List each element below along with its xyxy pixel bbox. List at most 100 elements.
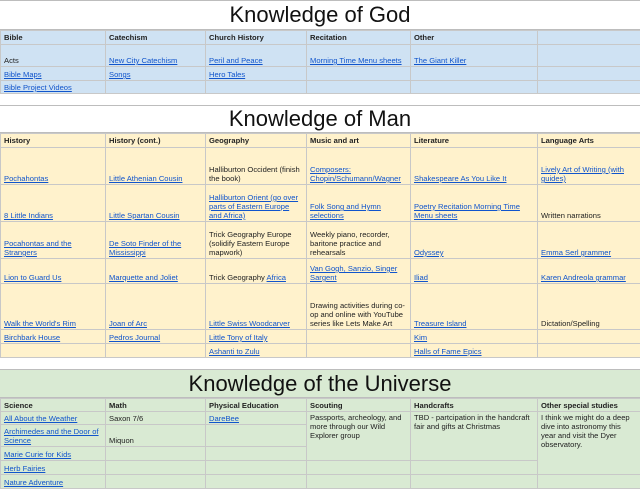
cell-link[interactable]: Composers: Chopin/Schumann/Wagner xyxy=(306,147,411,185)
cell-link[interactable]: Karen Andreola grammar xyxy=(537,258,640,284)
cell-link[interactable]: Halls of Fame Epics xyxy=(410,343,538,358)
cell-link[interactable]: Hero Tales xyxy=(205,66,307,81)
cell-link[interactable]: DareBee xyxy=(205,411,307,425)
cell-link[interactable]: The Giant Killer xyxy=(410,44,538,67)
header-cell[interactable]: Music and art xyxy=(306,133,411,148)
cell[interactable]: Miquon xyxy=(105,424,206,447)
cell[interactable] xyxy=(105,343,206,358)
cell-link[interactable]: Pochahontas xyxy=(0,147,106,185)
cell[interactable] xyxy=(306,474,411,489)
header-cell[interactable] xyxy=(537,30,640,45)
africa-link[interactable]: Africa xyxy=(267,273,286,282)
cell-link[interactable]: Nature Adventure xyxy=(0,474,106,489)
cell-link[interactable]: Folk Song and Hymn selections xyxy=(306,184,411,222)
cell-link[interactable]: Birchbark House xyxy=(0,329,106,344)
cell-link[interactable]: Iliad xyxy=(410,258,538,284)
cell-link[interactable]: Ashanti to Zulu xyxy=(205,343,307,358)
cell[interactable] xyxy=(205,446,307,461)
cell-link[interactable]: New City Catechism xyxy=(105,44,206,67)
cell-link[interactable]: Van Gogh, Sanzio, Singer Sargent xyxy=(306,258,411,284)
cell[interactable] xyxy=(410,66,538,81)
header-cell[interactable]: Other xyxy=(410,30,538,45)
cell-link[interactable]: Little Tony of Italy xyxy=(205,329,307,344)
header-cell[interactable]: Language Arts xyxy=(537,133,640,148)
header-cell[interactable]: Recitation xyxy=(306,30,411,45)
cell[interactable]: Saxon 7/6 xyxy=(105,411,206,425)
cell-link[interactable]: Peril and Peace xyxy=(205,44,307,67)
cell-link[interactable]: Poetry Recitation Morning Time Menu shee… xyxy=(410,184,538,222)
cell[interactable] xyxy=(205,474,307,489)
header-cell[interactable]: Scouting xyxy=(306,398,411,412)
cell-link[interactable]: Halliburton Orient (go over parts of Eas… xyxy=(205,184,307,222)
cell[interactable]: Passports, archeology, and more through … xyxy=(306,411,411,461)
cell-link[interactable]: Pocahontas and the Strangers xyxy=(0,221,106,259)
cell-link[interactable]: Archimedes and the Door of Science xyxy=(0,424,106,447)
cell[interactable] xyxy=(537,44,640,67)
cell[interactable]: Weekly piano, recorder, baritone practic… xyxy=(306,221,411,259)
cell[interactable] xyxy=(205,460,307,475)
header-cell[interactable]: History xyxy=(0,133,106,148)
cell-link[interactable]: Marquette and Joliet xyxy=(105,258,206,284)
cell-link[interactable]: Kim xyxy=(410,329,538,344)
cell[interactable] xyxy=(537,80,640,94)
header-cell[interactable]: Literature xyxy=(410,133,538,148)
cell[interactable] xyxy=(410,460,538,475)
cell[interactable] xyxy=(306,80,411,94)
cell[interactable]: Dictation/Spelling xyxy=(537,283,640,330)
cell[interactable] xyxy=(410,80,538,94)
cell[interactable]: Trick Geography Europe (solidify Eastern… xyxy=(205,221,307,259)
cell[interactable]: Written narrations xyxy=(537,184,640,222)
header-cell[interactable]: Church History xyxy=(205,30,307,45)
cell[interactable] xyxy=(537,329,640,344)
cell-link[interactable]: Odyssey xyxy=(410,221,538,259)
cell[interactable]: Halliburton Occident (finish the book) xyxy=(205,147,307,185)
cell-link[interactable]: Walk the World's Rim xyxy=(0,283,106,330)
cell-link[interactable]: All About the Weather xyxy=(0,411,106,425)
cell[interactable] xyxy=(537,474,640,489)
cell-link[interactable]: Shakespeare As You Like It xyxy=(410,147,538,185)
cell[interactable]: Drawing activities during co-op and onli… xyxy=(306,283,411,330)
cell-link[interactable]: Treasure Island xyxy=(410,283,538,330)
cell-link[interactable]: Marie Curie for Kids xyxy=(0,446,106,461)
cell[interactable] xyxy=(537,343,640,358)
cell[interactable] xyxy=(306,460,411,475)
header-cell[interactable]: Other special studies xyxy=(537,398,640,412)
cell-link[interactable]: Bible Project Videos xyxy=(0,80,106,94)
cell[interactable]: TBD - partcipation in the handcraft fair… xyxy=(410,411,538,461)
header-cell[interactable]: Physical Education xyxy=(205,398,307,412)
cell[interactable] xyxy=(205,80,307,94)
cell-link[interactable]: Little Athenian Cousin xyxy=(105,147,206,185)
cell[interactable] xyxy=(105,446,206,461)
cell-link[interactable]: Little Spartan Cousin xyxy=(105,184,206,222)
cell-link[interactable]: Little Swiss Woodcarver xyxy=(205,283,307,330)
cell-link[interactable]: Joan of Arc xyxy=(105,283,206,330)
cell[interactable]: Acts xyxy=(0,44,106,67)
cell[interactable]: Trick Geography Africa xyxy=(205,258,307,284)
cell[interactable] xyxy=(306,66,411,81)
cell-link[interactable]: Lively Art of Writing (with guides) xyxy=(537,147,640,185)
cell-link[interactable]: Lion to Guard Us xyxy=(0,258,106,284)
header-cell[interactable]: Science xyxy=(0,398,106,412)
header-cell[interactable]: History (cont.) xyxy=(105,133,206,148)
cell-link[interactable]: Pedros Journal xyxy=(105,329,206,344)
cell-link[interactable]: Morning Time Menu sheets xyxy=(306,44,411,67)
cell[interactable] xyxy=(105,460,206,475)
cell[interactable] xyxy=(105,474,206,489)
cell-link[interactable]: Herb Fairies xyxy=(0,460,106,475)
header-cell[interactable]: Handcrafts xyxy=(410,398,538,412)
cell[interactable] xyxy=(205,424,307,447)
header-cell[interactable]: Math xyxy=(105,398,206,412)
cell-link[interactable]: 8 Little Indians xyxy=(0,184,106,222)
cell[interactable] xyxy=(0,343,106,358)
cell-link[interactable]: Bible Maps xyxy=(0,66,106,81)
header-cell[interactable]: Bible xyxy=(0,30,106,45)
cell[interactable] xyxy=(537,66,640,81)
cell[interactable]: I think we might do a deep dive into ast… xyxy=(537,411,640,475)
cell[interactable] xyxy=(306,329,411,344)
cell[interactable] xyxy=(410,474,538,489)
cell[interactable] xyxy=(105,80,206,94)
cell-link[interactable]: Emma Serl grammer xyxy=(537,221,640,259)
header-cell[interactable]: Catechism xyxy=(105,30,206,45)
header-cell[interactable]: Geography xyxy=(205,133,307,148)
cell-link[interactable]: Songs xyxy=(105,66,206,81)
